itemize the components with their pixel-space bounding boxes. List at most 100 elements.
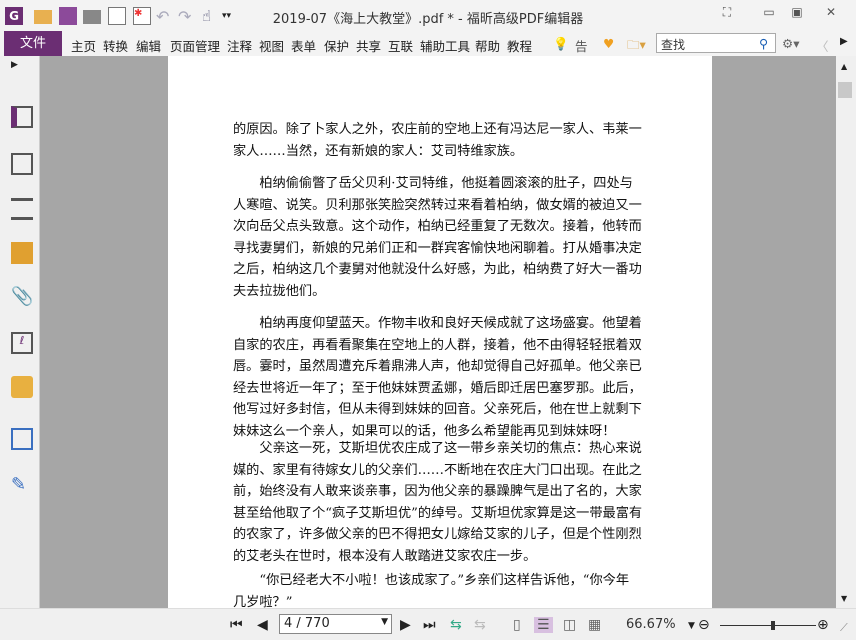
scan-icon[interactable] [108, 7, 126, 25]
zoom-slider-handle[interactable] [770, 621, 775, 630]
resize-grip-icon[interactable]: ⟋ [840, 621, 848, 635]
text-line: 自家的农庄，再看看聚集在空地上的人群，接着，他不由得轻轻抿着双 [233, 337, 642, 353]
status-bar: ⏮ ◀ 4 / 770 ▼ ▶ ⏭ ⇆ ⇆ ▯ ☰ ◫ ▦ 66.67% ▼ ⊖ … [0, 608, 856, 640]
minimize-button[interactable]: ▭ [758, 5, 780, 25]
save-icon[interactable] [59, 7, 77, 25]
next-page-icon[interactable]: ▶ [400, 617, 411, 633]
text-line: 的艾老头在世时，根本没有人敢踏进艾家农庄一步。 [233, 548, 537, 564]
certify-icon[interactable]: ✎ [11, 474, 33, 496]
zoom-in-icon[interactable]: ⊕ [817, 617, 829, 633]
customize-dropdown-icon[interactable]: ▾▾ [222, 11, 240, 29]
zoom-out-icon[interactable]: ⊖ [698, 617, 710, 633]
settings-gear-icon[interactable]: ⚙▾ [782, 36, 799, 51]
text-line: 之后，柏纳这几个妻舅对他就没什么好感，为此，柏纳费了好大一番功 [233, 262, 642, 278]
vertical-scrollbar[interactable]: ▲ ▼ [836, 56, 856, 608]
previous-page-icon[interactable]: ◀ [257, 617, 268, 633]
text-line: 媒的、家里有待嫁女儿的父亲们……不断地在农庄大门口出现。在此之 [233, 462, 642, 478]
print-icon[interactable] [83, 10, 101, 24]
scroll-up-icon[interactable]: ▲ [841, 62, 847, 71]
close-button[interactable]: ✕ [820, 5, 842, 25]
signature-icon[interactable]: ℓ [11, 332, 33, 354]
text-line: 甚至给他取了个“疯子艾斯坦优”的绰号。艾斯坦优家算是这一带最富有 [233, 505, 643, 521]
text-line: 的原因。除了卜家人之外，农庄前的空地上还有冯达尼一家人、韦莱一 [233, 122, 642, 137]
find-folder-icon[interactable]: 🗀▾ [627, 36, 646, 57]
search-input[interactable]: 查找 [656, 33, 776, 53]
title-bar: G ✱ ↶ ↷ ☝ ▾▾ 2019-07《海上大教堂》.pdf * - 福昕高级… [0, 0, 856, 31]
paragraph: 柏纳偷偷瞥了岳父贝利·艾司特维，他挺着圆滚滚的肚子，四处与 人寒暄、说笑。贝利那张… [233, 173, 642, 303]
lightbulb-icon[interactable]: 💡 [553, 36, 569, 52]
layers-icon[interactable] [11, 198, 33, 220]
maximize-button[interactable]: ▣ [786, 5, 808, 25]
scroll-right-icon[interactable]: ▶ [840, 36, 848, 47]
bookmark-icon[interactable] [11, 106, 33, 128]
menu-home[interactable]: 主页 [71, 36, 96, 55]
menu-convert[interactable]: 转换 [103, 36, 128, 55]
menu-protect[interactable]: 保护 [324, 36, 349, 55]
new-document-icon[interactable]: ✱ [133, 7, 151, 25]
text-line: 次向岳父点头致意。这个动作，柏纳已经重复了无数次。接着，他转而 [233, 219, 642, 235]
app-logo-icon[interactable]: G [5, 7, 23, 25]
text-line: 他写过好多封信，但从未得到妹妹的回音。父亲死后，他在世上就剩下 [233, 402, 642, 418]
text-line: 前，始终没有人敢来谈亲事，因为他父亲的暴躁脾气是出了名的，大家 [233, 484, 642, 500]
fullscreen-icon[interactable]: ⛶ [716, 5, 738, 25]
menu-page-management[interactable]: 页面管理 [170, 36, 220, 55]
menu-comment[interactable]: 注释 [227, 36, 252, 55]
zoom-dropdown-icon[interactable]: ▼ [688, 621, 695, 631]
feedback-heart-icon[interactable]: ♥ [603, 36, 614, 51]
text-line: 的农家了，许多做父亲的巴不得把女儿嫁给艾家的儿子，但是个性刚烈 [233, 527, 642, 543]
attachment-icon[interactable]: 📎 [11, 286, 33, 308]
scroll-left-icon[interactable]: 〈 [816, 36, 829, 55]
scrollbar-thumb[interactable] [838, 82, 852, 98]
paragraph: 父亲这一死，艾斯坦优农庄成了这一带乡亲关切的焦点：热心来说 媒的、家里有待嫁女儿的… [233, 438, 642, 568]
redo-icon[interactable]: ↷ [178, 7, 196, 26]
pdf-page: 的原因。除了卜家人之外，农庄前的空地上还有冯达尼一家人、韦莱一 家人……当然，还有… [168, 56, 712, 610]
continuous-facing-icon[interactable]: ▦ [588, 617, 601, 633]
paragraph: 柏纳再度仰望蓝天。作物丰收和良好天候成就了这场盛宴。他望着 自家的农庄，再看看聚集… [233, 313, 642, 443]
paragraph: 的原因。除了卜家人之外，农庄前的空地上还有冯达尼一家人、韦莱一 家人……当然，还有… [233, 119, 642, 162]
open-folder-icon[interactable] [34, 10, 52, 24]
single-page-icon[interactable]: ▯ [513, 617, 521, 633]
text-line: 夫去拉拢他们。 [233, 283, 326, 299]
comments-icon[interactable] [11, 242, 33, 264]
expand-panel-icon[interactable]: ▶ [11, 60, 33, 82]
menu-tutorial[interactable]: 教程 [507, 36, 532, 55]
first-page-icon[interactable]: ⏮ [230, 617, 243, 633]
menu-view[interactable]: 视图 [259, 36, 284, 55]
zoom-level[interactable]: 66.67% [626, 617, 676, 632]
security-lock-icon[interactable] [11, 376, 33, 398]
last-page-icon[interactable]: ⏭ [423, 617, 436, 633]
menu-file[interactable]: 文件 [4, 31, 62, 56]
document-viewport[interactable]: 的原因。除了卜家人之外，农庄前的空地上还有冯达尼一家人、韦莱一 家人……当然，还有… [40, 56, 836, 610]
menu-help[interactable]: 帮助 [475, 36, 500, 55]
menu-accessibility[interactable]: 辅助工具 [420, 36, 470, 55]
text-line: 父亲这一死，艾斯坦优农庄成了这一带乡亲关切的焦点：热心来说 [233, 441, 642, 456]
facing-page-icon[interactable]: ◫ [563, 617, 576, 633]
page-number: 4 / 770 [284, 616, 330, 631]
text-line: 人寒暄、说笑。贝利那张笑脸突然转过来看着柏纳，做女婿的被迫又一 [233, 197, 642, 213]
pages-thumbnail-icon[interactable] [11, 153, 33, 175]
ribbon-menu: 文件 主页 转换 编辑 页面管理 注释 视图 表单 保护 共享 互联 辅助工具 … [0, 31, 856, 73]
text-line: 经去世将近一年了；至于他妹妹贾孟娜，婚后即迁居巴塞罗那。此后， [233, 380, 642, 396]
undo-icon[interactable]: ↶ [156, 7, 174, 26]
text-line: 唇。霎时，虽然周遭充斥着鼎沸人声，他却觉得自己好孤单。他父亲已 [233, 359, 642, 375]
menu-connect[interactable]: 互联 [388, 36, 413, 55]
paragraph: “你已经老大不小啦！也该成家了。”乡亲们这样告诉他，“你今年 几岁啦？” [233, 570, 629, 613]
previous-view-icon[interactable]: ⇆ [450, 617, 462, 633]
text-line: 柏纳偷偷瞥了岳父贝利·艾司特维，他挺着圆滚滚的肚子，四处与 [233, 176, 633, 191]
text-line: 家人……当然，还有新娘的家人：艾司特维家族。 [233, 143, 524, 159]
menu-edit[interactable]: 编辑 [136, 36, 161, 55]
hand-tool-icon[interactable]: ☝ [202, 7, 220, 25]
menu-share[interactable]: 共享 [356, 36, 381, 55]
scroll-down-icon[interactable]: ▼ [841, 594, 847, 603]
left-navigation-panel: ▶ 📎 ℓ ✎ [0, 56, 40, 608]
content-list-icon[interactable] [11, 428, 33, 450]
text-line: 柏纳再度仰望蓝天。作物丰收和良好天候成就了这场盛宴。他望着 [233, 316, 642, 331]
text-line: “你已经老大不小啦！也该成家了。”乡亲们这样告诉他，“你今年 [233, 573, 630, 588]
page-number-input[interactable]: 4 / 770 ▼ [279, 614, 392, 634]
zoom-slider[interactable] [720, 621, 816, 630]
next-view-icon[interactable]: ⇆ [474, 617, 486, 633]
text-line: 寻找妻舅们，新娘的兄弟们正和一群宾客愉快地闲聊着。打从婚事决定 [233, 240, 642, 256]
search-icon[interactable]: ⚲ [759, 36, 768, 51]
continuous-page-icon[interactable]: ☰ [534, 617, 553, 633]
menu-form[interactable]: 表单 [291, 36, 316, 55]
